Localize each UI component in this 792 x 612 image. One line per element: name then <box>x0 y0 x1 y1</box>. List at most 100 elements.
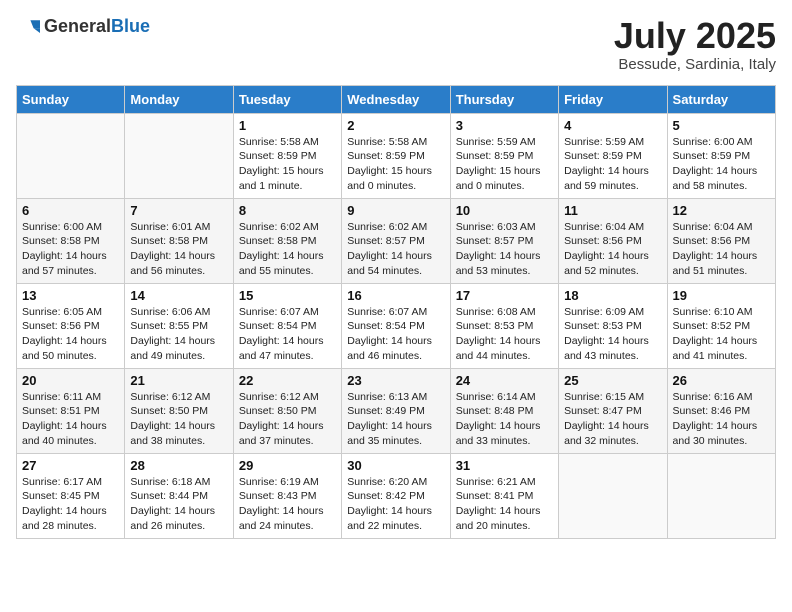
day-number: 25 <box>564 373 661 388</box>
day-number: 17 <box>456 288 553 303</box>
calendar-cell: 17 Sunrise: 6:08 AM Sunset: 8:53 PM Dayli… <box>450 283 558 368</box>
day-info: Sunrise: 6:07 AM Sunset: 8:54 PM Dayligh… <box>347 305 444 364</box>
calendar-cell <box>559 453 667 538</box>
day-number: 21 <box>130 373 227 388</box>
day-info: Sunrise: 5:59 AM Sunset: 8:59 PM Dayligh… <box>456 135 553 194</box>
day-info: Sunrise: 6:10 AM Sunset: 8:52 PM Dayligh… <box>673 305 770 364</box>
day-number: 16 <box>347 288 444 303</box>
day-number: 12 <box>673 203 770 218</box>
calendar-cell: 15Sunrise: 6:07 AM Sunset: 8:54 PM Dayli… <box>233 283 341 368</box>
day-header-sunday: Sunday <box>17 85 125 113</box>
day-number: 27 <box>22 458 119 473</box>
day-header-tuesday: Tuesday <box>233 85 341 113</box>
calendar-cell: 3 Sunrise: 5:59 AM Sunset: 8:59 PM Daylig… <box>450 113 558 198</box>
calendar-cell: 28 Sunrise: 6:18 AM Sunset: 8:44 PM Dayli… <box>125 453 233 538</box>
day-info: Sunrise: 6:21 AM Sunset: 8:41 PM Dayligh… <box>456 475 553 534</box>
day-number: 10 <box>456 203 553 218</box>
page-header: GeneralBlue July 2025 Bessude, Sardinia,… <box>16 16 776 73</box>
day-info: Sunrise: 6:09 AM Sunset: 8:53 PM Dayligh… <box>564 305 661 364</box>
day-info: Sunrise: 5:58 AM Sunset: 8:59 PM Dayligh… <box>239 135 336 194</box>
day-info: Sunrise: 6:06 AM Sunset: 8:55 PM Dayligh… <box>130 305 227 364</box>
day-info: Sunrise: 5:59 AM Sunset: 8:59 PM Dayligh… <box>564 135 661 194</box>
calendar-week-row: 20 Sunrise: 6:11 AM Sunset: 8:51 PM Dayli… <box>17 368 776 453</box>
calendar-week-row: 27 Sunrise: 6:17 AM Sunset: 8:45 PM Dayli… <box>17 453 776 538</box>
location: Bessude, Sardinia, Italy <box>614 56 776 73</box>
calendar-cell: 1 Sunrise: 5:58 AM Sunset: 8:59 PM Daylig… <box>233 113 341 198</box>
day-number: 8 <box>239 203 336 218</box>
day-number: 9 <box>347 203 444 218</box>
day-info: Sunrise: 6:11 AM Sunset: 8:51 PM Dayligh… <box>22 390 119 449</box>
day-number: 20 <box>22 373 119 388</box>
calendar-cell: 13Sunrise: 6:05 AM Sunset: 8:56 PM Dayli… <box>17 283 125 368</box>
day-header-monday: Monday <box>125 85 233 113</box>
day-info: Sunrise: 6:00 AM Sunset: 8:59 PM Dayligh… <box>673 135 770 194</box>
day-header-thursday: Thursday <box>450 85 558 113</box>
day-number: 13 <box>22 288 119 303</box>
logo: GeneralBlue <box>16 16 150 37</box>
calendar-cell: 26Sunrise: 6:16 AM Sunset: 8:46 PM Dayli… <box>667 368 775 453</box>
calendar-cell: 12Sunrise: 6:04 AM Sunset: 8:56 PM Dayli… <box>667 198 775 283</box>
day-info: Sunrise: 6:17 AM Sunset: 8:45 PM Dayligh… <box>22 475 119 534</box>
day-number: 4 <box>564 118 661 133</box>
calendar-cell: 2 Sunrise: 5:58 AM Sunset: 8:59 PM Daylig… <box>342 113 450 198</box>
calendar-header-row: SundayMondayTuesdayWednesdayThursdayFrid… <box>17 85 776 113</box>
day-number: 19 <box>673 288 770 303</box>
day-info: Sunrise: 6:14 AM Sunset: 8:48 PM Dayligh… <box>456 390 553 449</box>
day-info: Sunrise: 6:19 AM Sunset: 8:43 PM Dayligh… <box>239 475 336 534</box>
day-info: Sunrise: 6:15 AM Sunset: 8:47 PM Dayligh… <box>564 390 661 449</box>
logo-icon <box>16 17 40 37</box>
month-year: July 2025 <box>614 16 776 56</box>
calendar-table: SundayMondayTuesdayWednesdayThursdayFrid… <box>16 85 776 539</box>
calendar-cell: 20 Sunrise: 6:11 AM Sunset: 8:51 PM Dayli… <box>17 368 125 453</box>
title-block: July 2025 Bessude, Sardinia, Italy <box>614 16 776 73</box>
calendar-week-row: 1 Sunrise: 5:58 AM Sunset: 8:59 PM Daylig… <box>17 113 776 198</box>
day-info: Sunrise: 5:58 AM Sunset: 8:59 PM Dayligh… <box>347 135 444 194</box>
day-number: 3 <box>456 118 553 133</box>
day-info: Sunrise: 6:20 AM Sunset: 8:42 PM Dayligh… <box>347 475 444 534</box>
logo-text-general: General <box>44 16 111 36</box>
day-number: 31 <box>456 458 553 473</box>
day-info: Sunrise: 6:03 AM Sunset: 8:57 PM Dayligh… <box>456 220 553 279</box>
calendar-cell <box>17 113 125 198</box>
calendar-cell: 7 Sunrise: 6:01 AM Sunset: 8:58 PM Daylig… <box>125 198 233 283</box>
day-number: 30 <box>347 458 444 473</box>
day-info: Sunrise: 6:12 AM Sunset: 8:50 PM Dayligh… <box>239 390 336 449</box>
calendar-cell: 5 Sunrise: 6:00 AM Sunset: 8:59 PM Daylig… <box>667 113 775 198</box>
calendar-cell: 9 Sunrise: 6:02 AM Sunset: 8:57 PM Daylig… <box>342 198 450 283</box>
day-number: 2 <box>347 118 444 133</box>
day-info: Sunrise: 6:00 AM Sunset: 8:58 PM Dayligh… <box>22 220 119 279</box>
day-info: Sunrise: 6:01 AM Sunset: 8:58 PM Dayligh… <box>130 220 227 279</box>
day-number: 24 <box>456 373 553 388</box>
day-number: 28 <box>130 458 227 473</box>
calendar-cell <box>667 453 775 538</box>
day-number: 14 <box>130 288 227 303</box>
day-number: 26 <box>673 373 770 388</box>
day-number: 11 <box>564 203 661 218</box>
calendar-cell: 25 Sunrise: 6:15 AM Sunset: 8:47 PM Dayli… <box>559 368 667 453</box>
calendar-cell: 19 Sunrise: 6:10 AM Sunset: 8:52 PM Dayli… <box>667 283 775 368</box>
day-info: Sunrise: 6:08 AM Sunset: 8:53 PM Dayligh… <box>456 305 553 364</box>
day-info: Sunrise: 6:02 AM Sunset: 8:58 PM Dayligh… <box>239 220 336 279</box>
calendar-cell: 11Sunrise: 6:04 AM Sunset: 8:56 PM Dayli… <box>559 198 667 283</box>
calendar-cell: 24 Sunrise: 6:14 AM Sunset: 8:48 PM Dayli… <box>450 368 558 453</box>
day-header-wednesday: Wednesday <box>342 85 450 113</box>
day-number: 5 <box>673 118 770 133</box>
calendar-cell: 6Sunrise: 6:00 AM Sunset: 8:58 PM Daylig… <box>17 198 125 283</box>
day-number: 15 <box>239 288 336 303</box>
day-number: 1 <box>239 118 336 133</box>
day-info: Sunrise: 6:18 AM Sunset: 8:44 PM Dayligh… <box>130 475 227 534</box>
calendar-cell: 30 Sunrise: 6:20 AM Sunset: 8:42 PM Dayli… <box>342 453 450 538</box>
day-number: 7 <box>130 203 227 218</box>
day-number: 18 <box>564 288 661 303</box>
calendar-cell <box>125 113 233 198</box>
day-info: Sunrise: 6:02 AM Sunset: 8:57 PM Dayligh… <box>347 220 444 279</box>
calendar-cell: 10 Sunrise: 6:03 AM Sunset: 8:57 PM Dayli… <box>450 198 558 283</box>
calendar-cell: 18 Sunrise: 6:09 AM Sunset: 8:53 PM Dayli… <box>559 283 667 368</box>
day-info: Sunrise: 6:13 AM Sunset: 8:49 PM Dayligh… <box>347 390 444 449</box>
calendar-week-row: 13Sunrise: 6:05 AM Sunset: 8:56 PM Dayli… <box>17 283 776 368</box>
day-number: 23 <box>347 373 444 388</box>
calendar-week-row: 6Sunrise: 6:00 AM Sunset: 8:58 PM Daylig… <box>17 198 776 283</box>
day-header-saturday: Saturday <box>667 85 775 113</box>
calendar-cell: 16 Sunrise: 6:07 AM Sunset: 8:54 PM Dayli… <box>342 283 450 368</box>
day-header-friday: Friday <box>559 85 667 113</box>
